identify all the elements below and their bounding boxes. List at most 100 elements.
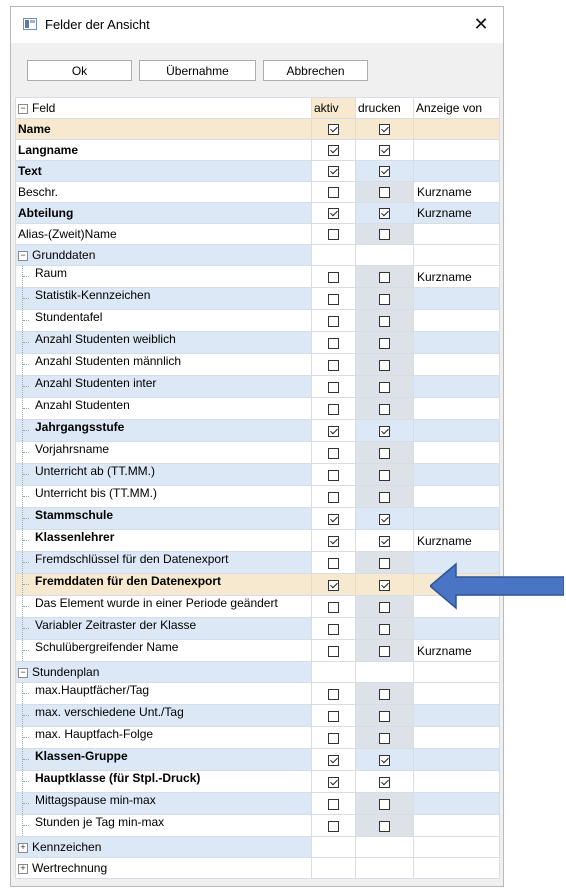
field-name-cell[interactable]: Text <box>15 160 312 182</box>
field-name-cell[interactable]: Fremddaten für den Datenexport <box>15 573 312 596</box>
aktiv-checkbox[interactable] <box>328 359 339 371</box>
field-row[interactable]: Vorjahrsname <box>15 441 500 464</box>
group-row[interactable]: − Grunddaten <box>15 244 500 266</box>
column-header-feld[interactable]: − Feld <box>15 97 312 119</box>
field-name-cell[interactable]: max. Hauptfach-Folge <box>15 726 312 749</box>
cancel-button[interactable]: Abbrechen <box>263 60 368 81</box>
field-row[interactable]: Raum Kurzname <box>15 265 500 288</box>
ok-button[interactable]: Ok <box>27 60 132 81</box>
field-row[interactable]: Fremdschlüssel für den Datenexport <box>15 551 500 574</box>
aktiv-checkbox[interactable] <box>328 820 339 832</box>
field-name-cell[interactable]: Name <box>15 118 312 140</box>
drucken-checkbox[interactable] <box>379 776 390 788</box>
field-row[interactable]: Langname <box>15 139 500 161</box>
drucken-checkbox[interactable] <box>379 403 390 415</box>
field-name-cell[interactable]: max.Hauptfächer/Tag <box>15 682 312 705</box>
field-name-cell[interactable]: Stammschule <box>15 507 312 530</box>
field-row[interactable]: Name <box>15 118 500 140</box>
field-name-cell[interactable]: Fremdschlüssel für den Datenexport <box>15 551 312 574</box>
field-name-cell[interactable]: Raum <box>15 265 312 288</box>
drucken-checkbox[interactable] <box>379 645 390 657</box>
field-name-cell[interactable]: Schulübergreifender Name <box>15 639 312 662</box>
drucken-checkbox[interactable] <box>379 601 390 613</box>
anzeige-cell[interactable] <box>413 309 500 332</box>
aktiv-checkbox[interactable] <box>328 491 339 503</box>
drucken-checkbox[interactable] <box>379 124 390 136</box>
field-name-cell[interactable]: + Wertrechnung <box>15 857 312 879</box>
anzeige-cell[interactable] <box>413 463 500 486</box>
field-name-cell[interactable]: Hauptklasse (für Stpl.-Druck) <box>15 770 312 793</box>
anzeige-cell[interactable] <box>413 507 500 530</box>
column-header-aktiv[interactable]: aktiv <box>311 97 356 119</box>
aktiv-checkbox[interactable] <box>328 124 339 136</box>
aktiv-checkbox[interactable] <box>328 381 339 393</box>
field-row[interactable]: Jahrgangsstufe <box>15 419 500 442</box>
anzeige-cell[interactable] <box>413 244 500 266</box>
column-header-anzeige[interactable]: Anzeige von <box>413 97 500 119</box>
drucken-checkbox[interactable] <box>379 710 390 722</box>
field-name-cell[interactable]: Klassen-Gruppe <box>15 748 312 771</box>
anzeige-cell[interactable] <box>413 287 500 310</box>
field-name-cell[interactable]: Alias-(Zweit)Name <box>15 223 312 245</box>
drucken-checkbox[interactable] <box>379 535 390 547</box>
aktiv-checkbox[interactable] <box>328 579 339 591</box>
drucken-checkbox[interactable] <box>379 293 390 305</box>
anzeige-cell[interactable]: Kurzname <box>413 265 500 288</box>
field-name-cell[interactable]: Beschr. <box>15 181 312 203</box>
anzeige-cell[interactable]: Kurzname <box>413 639 500 662</box>
field-row[interactable]: Hauptklasse (für Stpl.-Druck) <box>15 770 500 793</box>
field-row[interactable]: max.Hauptfächer/Tag <box>15 682 500 705</box>
anzeige-cell[interactable] <box>413 661 500 683</box>
anzeige-cell[interactable] <box>413 704 500 727</box>
field-name-cell[interactable]: Vorjahrsname <box>15 441 312 464</box>
group-row[interactable]: + Wertrechnung <box>15 857 500 879</box>
field-row[interactable]: Anzahl Studenten männlich <box>15 353 500 376</box>
anzeige-cell[interactable] <box>413 770 500 793</box>
field-name-cell[interactable]: − Grunddaten <box>15 244 312 266</box>
field-name-cell[interactable]: Statistik-Kennzeichen <box>15 287 312 310</box>
expand-icon[interactable]: + <box>18 842 28 853</box>
aktiv-checkbox[interactable] <box>328 337 339 349</box>
anzeige-cell[interactable]: Kurzname <box>413 529 500 552</box>
drucken-checkbox[interactable] <box>379 579 390 591</box>
group-row[interactable]: + Kennzeichen <box>15 836 500 858</box>
field-row[interactable]: Alias-(Zweit)Name <box>15 223 500 245</box>
anzeige-cell[interactable] <box>413 441 500 464</box>
anzeige-cell[interactable] <box>413 139 500 161</box>
field-row[interactable]: Stundentafel <box>15 309 500 332</box>
field-row[interactable]: Text <box>15 160 500 182</box>
field-name-cell[interactable]: + Kennzeichen <box>15 836 312 858</box>
drucken-checkbox[interactable] <box>379 271 390 283</box>
drucken-checkbox[interactable] <box>379 491 390 503</box>
field-row[interactable]: max. Hauptfach-Folge <box>15 726 500 749</box>
collapse-icon[interactable]: − <box>18 250 28 261</box>
drucken-checkbox[interactable] <box>379 513 390 525</box>
field-name-cell[interactable]: Das Element wurde in einer Periode geänd… <box>15 595 312 618</box>
drucken-checkbox[interactable] <box>379 381 390 393</box>
anzeige-cell[interactable] <box>413 485 500 508</box>
aktiv-checkbox[interactable] <box>328 145 339 157</box>
close-button[interactable]: ✕ <box>459 7 503 41</box>
aktiv-checkbox[interactable] <box>328 425 339 437</box>
aktiv-checkbox[interactable] <box>328 776 339 788</box>
drucken-checkbox[interactable] <box>379 798 390 810</box>
field-name-cell[interactable]: Anzahl Studenten inter <box>15 375 312 398</box>
drucken-checkbox[interactable] <box>379 359 390 371</box>
anzeige-cell[interactable] <box>413 353 500 376</box>
field-name-cell[interactable]: Langname <box>15 139 312 161</box>
anzeige-cell[interactable] <box>413 792 500 815</box>
anzeige-cell[interactable] <box>413 375 500 398</box>
field-row[interactable]: Abteilung Kurzname <box>15 202 500 224</box>
aktiv-checkbox[interactable] <box>328 403 339 415</box>
aktiv-checkbox[interactable] <box>328 229 339 241</box>
field-row[interactable]: Klassenlehrer Kurzname <box>15 529 500 552</box>
aktiv-checkbox[interactable] <box>328 447 339 459</box>
aktiv-checkbox[interactable] <box>328 798 339 810</box>
anzeige-cell[interactable] <box>413 617 500 640</box>
anzeige-cell[interactable] <box>413 397 500 420</box>
collapse-icon[interactable]: − <box>18 103 28 114</box>
field-name-cell[interactable]: max. verschiedene Unt./Tag <box>15 704 312 727</box>
drucken-checkbox[interactable] <box>379 208 390 220</box>
drucken-checkbox[interactable] <box>379 187 390 199</box>
aktiv-checkbox[interactable] <box>328 208 339 220</box>
